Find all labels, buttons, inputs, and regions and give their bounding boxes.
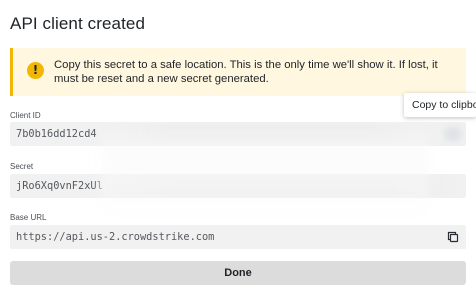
warning-alert: ! Copy this secret to a safe location. T… xyxy=(10,48,466,96)
tooltip-text: Copy to clipboard xyxy=(412,99,476,111)
redaction-blur xyxy=(98,124,443,144)
secret-value: jRo6Xq0vnF2xUl xyxy=(16,180,103,192)
secret-label: Secret xyxy=(10,162,34,171)
redacted-copy-icon xyxy=(444,126,462,142)
api-client-created-dialog: API client created ! Copy this secret to… xyxy=(0,0,476,293)
client-id-label: Client ID xyxy=(10,111,41,120)
done-button[interactable]: Done xyxy=(10,261,466,285)
base-url-label: Base URL xyxy=(10,213,47,222)
base-url-value: https://api.us-2.crowdstrike.com xyxy=(16,231,215,243)
warning-icon: ! xyxy=(27,62,44,79)
copy-icon[interactable] xyxy=(446,230,460,244)
redaction-blur xyxy=(98,176,463,196)
base-url-field[interactable]: https://api.us-2.crowdstrike.com xyxy=(10,225,466,249)
client-id-value: 7b0b16dd12cd4 xyxy=(16,128,97,140)
secret-field[interactable]: jRo6Xq0vnF2xUl xyxy=(10,174,466,198)
alert-message: Copy this secret to a safe location. Thi… xyxy=(54,59,438,85)
client-id-field[interactable]: 7b0b16dd12cd4 xyxy=(10,122,466,146)
dialog-title: API client created xyxy=(10,14,146,33)
copy-tooltip: Copy to clipboard xyxy=(404,93,476,117)
